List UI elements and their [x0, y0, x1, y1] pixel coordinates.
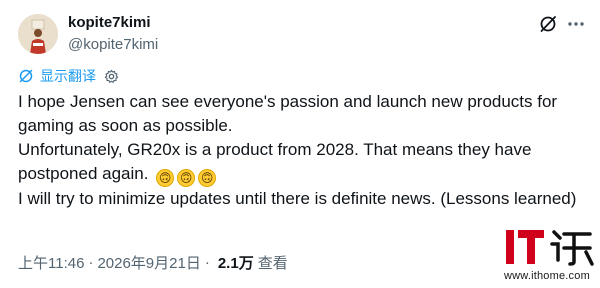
tweet-line-2: Unfortunately, GR20x is a product from 2… — [18, 138, 578, 187]
tweet-meta: 上午11:46 · 2026年9月21日 · 2.1万 查看 — [18, 252, 288, 273]
meta-separator: · — [204, 254, 210, 271]
tweet-line-2-text: Unfortunately, GR20x is a product from 2… — [18, 140, 532, 183]
more-horizontal-icon[interactable] — [564, 12, 588, 36]
user-handle[interactable]: @kopite7kimi — [68, 35, 158, 55]
tweet-time[interactable]: 上午11:46 — [18, 252, 84, 273]
tweet-date[interactable]: 2026年9月21日 — [97, 252, 200, 273]
tweet-card: kopite7kimi @kopite7kimi 显示翻译 I hope Jen… — [0, 0, 600, 288]
upside-down-face-emoji: 🙃 — [177, 169, 196, 187]
meta-separator: · — [88, 254, 94, 271]
gear-icon[interactable] — [104, 69, 119, 84]
tweet-line-3: I will try to minimize updates until the… — [18, 189, 577, 208]
user-names: kopite7kimi @kopite7kimi — [68, 13, 158, 55]
upside-down-face-emoji: 🙃 — [198, 169, 217, 187]
translate-icon — [18, 68, 34, 84]
display-name[interactable]: kopite7kimi — [68, 13, 158, 33]
tweet-line-1: I hope Jensen can see everyone's passion… — [18, 92, 558, 135]
upside-down-face-emoji: 🙃 — [156, 169, 175, 187]
ithome-watermark: www.ithome.com — [500, 224, 596, 286]
ithome-logo — [506, 230, 594, 266]
watermark-url: www.ithome.com — [504, 270, 590, 282]
grok-slash-icon[interactable] — [536, 12, 560, 36]
views-label: 查看 — [257, 255, 288, 272]
views-count[interactable]: 2.1万 — [218, 252, 254, 273]
tweet-text: I hope Jensen can see everyone's passion… — [18, 90, 578, 211]
show-translation-link[interactable]: 显示翻译 — [40, 66, 96, 86]
show-translation: 显示翻译 — [18, 66, 119, 86]
avatar[interactable] — [18, 14, 58, 54]
